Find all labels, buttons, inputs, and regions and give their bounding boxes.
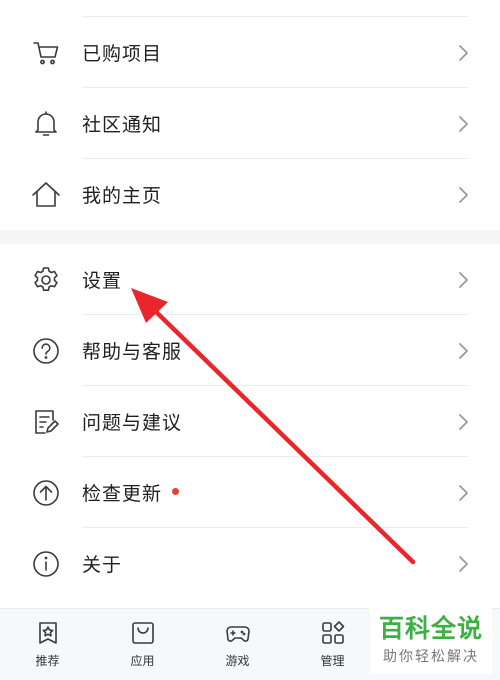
section-gap: [0, 230, 500, 244]
chevron-right-icon: [456, 341, 470, 361]
menu-item-purchased[interactable]: 已购项目: [0, 17, 500, 88]
chevron-right-icon: [456, 114, 470, 134]
upload-circle-icon: [30, 477, 62, 509]
menu-item-label: 帮助与客服: [82, 341, 183, 363]
menu-item-label: 检查更新: [82, 483, 163, 505]
menu-item-label: 设置: [82, 270, 123, 292]
menu-item-notice[interactable]: 社区通知: [0, 88, 500, 159]
gamepad-icon: [225, 626, 250, 642]
home-icon: [30, 179, 62, 211]
menu-item-label: 社区通知: [82, 114, 163, 136]
bell-icon: [30, 108, 62, 140]
chevron-right-icon: [456, 270, 470, 290]
menu-group-2: 设置 帮助与客服 问题与建议 检查更新 关于: [0, 244, 500, 599]
menu-group-1: 已购项目 社区通知 我的主页: [0, 0, 500, 230]
watermark-title: 百科全说: [378, 614, 483, 643]
chevron-right-icon: [456, 43, 470, 63]
menu-item-label: 问题与建议: [82, 412, 183, 434]
menu-item-label: 我的主页: [82, 185, 163, 207]
update-badge-dot: [172, 488, 180, 495]
bag-icon: [131, 622, 154, 644]
tab-manage[interactable]: 管理: [285, 609, 380, 680]
question-icon: [30, 335, 62, 367]
cart-icon: [30, 37, 62, 69]
tab-label: 管理: [320, 654, 345, 668]
chevron-right-icon: [456, 185, 470, 205]
watermark-subtitle: 助你轻松解决: [383, 649, 479, 665]
tab-label: 推荐: [35, 654, 60, 668]
grid-icon: [321, 621, 344, 644]
info-icon: [30, 548, 62, 580]
chevron-right-icon: [456, 554, 470, 574]
chevron-right-icon: [456, 483, 470, 503]
menu-item-help[interactable]: 帮助与客服: [0, 315, 500, 386]
menu-item-feedback[interactable]: 问题与建议: [0, 386, 500, 457]
tab-apps[interactable]: 应用: [95, 609, 190, 680]
chevron-right-icon: [456, 412, 470, 432]
tab-label: 应用: [130, 654, 155, 668]
menu-item-home[interactable]: 我的主页: [0, 159, 500, 230]
tab-label: 游戏: [225, 654, 250, 668]
menu-item-label: 已购项目: [82, 43, 163, 65]
menu-item-update[interactable]: 检查更新: [0, 457, 500, 528]
tab-recommend[interactable]: 推荐: [0, 609, 95, 680]
edit-doc-icon: [30, 406, 62, 438]
menu-item-about[interactable]: 关于: [0, 528, 500, 599]
menu-item-label: 关于: [82, 554, 123, 576]
menu-item-settings[interactable]: 设置: [0, 244, 500, 315]
watermark: 百科全说 助你轻松解决: [370, 606, 492, 674]
gear-icon: [30, 264, 62, 296]
tab-games[interactable]: 游戏: [190, 609, 285, 680]
star-bookmark-icon: [38, 622, 57, 644]
